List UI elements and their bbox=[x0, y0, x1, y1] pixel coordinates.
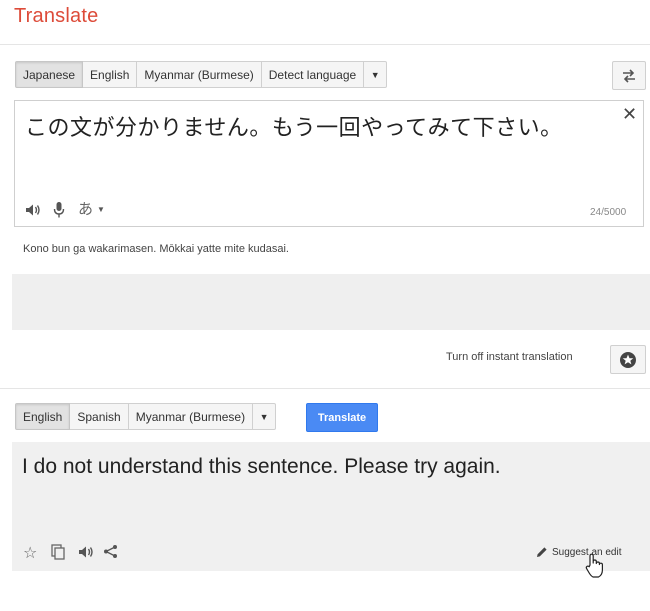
target-lang-english[interactable]: English bbox=[15, 403, 71, 430]
swap-languages-icon bbox=[623, 68, 635, 83]
translate-button[interactable]: Translate bbox=[306, 403, 378, 432]
app-title: Translate bbox=[14, 5, 99, 27]
romanization-text: Kono bun ga wakarimasen. Mōkkai yatte mi… bbox=[23, 243, 289, 255]
pencil-icon bbox=[537, 547, 547, 557]
source-lang-english[interactable]: English bbox=[83, 61, 138, 88]
chevron-down-icon: ▼ bbox=[370, 69, 380, 80]
ime-label: あ bbox=[78, 200, 94, 218]
source-lang-detect[interactable]: Detect language bbox=[261, 61, 365, 88]
target-lang-myanmar[interactable]: Myanmar (Burmese) bbox=[128, 403, 254, 430]
target-lang-dropdown[interactable]: ▼ bbox=[253, 403, 277, 430]
instant-translation-toggle[interactable]: Turn off instant translation bbox=[446, 351, 573, 363]
translation-text: I do not understand this sentence. Pleas… bbox=[22, 455, 501, 478]
share-icon[interactable] bbox=[103, 544, 118, 564]
phrasebook-button[interactable] bbox=[610, 345, 646, 374]
clear-text-icon[interactable]: ✕ bbox=[622, 104, 637, 125]
source-text[interactable]: この文が分かりません。もう一回やってみて下さい。 bbox=[25, 110, 563, 142]
source-lang-myanmar[interactable]: Myanmar (Burmese) bbox=[137, 61, 262, 88]
dictionary-panel bbox=[12, 274, 650, 330]
section-divider bbox=[0, 388, 650, 389]
chevron-down-icon: ▼ bbox=[97, 205, 105, 214]
source-lang-dropdown[interactable]: ▼ bbox=[364, 61, 388, 88]
speaker-icon[interactable] bbox=[25, 203, 41, 222]
source-lang-japanese[interactable]: Japanese bbox=[15, 61, 84, 88]
input-tools-button[interactable]: あ ▼ bbox=[78, 202, 105, 217]
suggest-edit-link[interactable]: Suggest an edit bbox=[536, 546, 622, 558]
header-divider bbox=[0, 44, 650, 45]
target-lang-spanish[interactable]: Spanish bbox=[70, 403, 129, 430]
swap-languages-button[interactable] bbox=[612, 61, 646, 90]
copy-icon[interactable] bbox=[51, 544, 65, 565]
phrasebook-star-icon bbox=[620, 351, 636, 368]
target-language-bar: English Spanish Myanmar (Burmese) ▼ bbox=[15, 403, 277, 430]
microphone-icon[interactable] bbox=[53, 201, 65, 224]
star-icon[interactable]: ☆ bbox=[23, 543, 37, 563]
speaker-icon[interactable] bbox=[78, 545, 94, 564]
hand-cursor-icon bbox=[584, 553, 606, 584]
chevron-down-icon: ▼ bbox=[259, 411, 269, 422]
source-language-bar: Japanese English Myanmar (Burmese) Detec… bbox=[15, 61, 388, 88]
character-count: 24/5000 bbox=[590, 207, 627, 218]
